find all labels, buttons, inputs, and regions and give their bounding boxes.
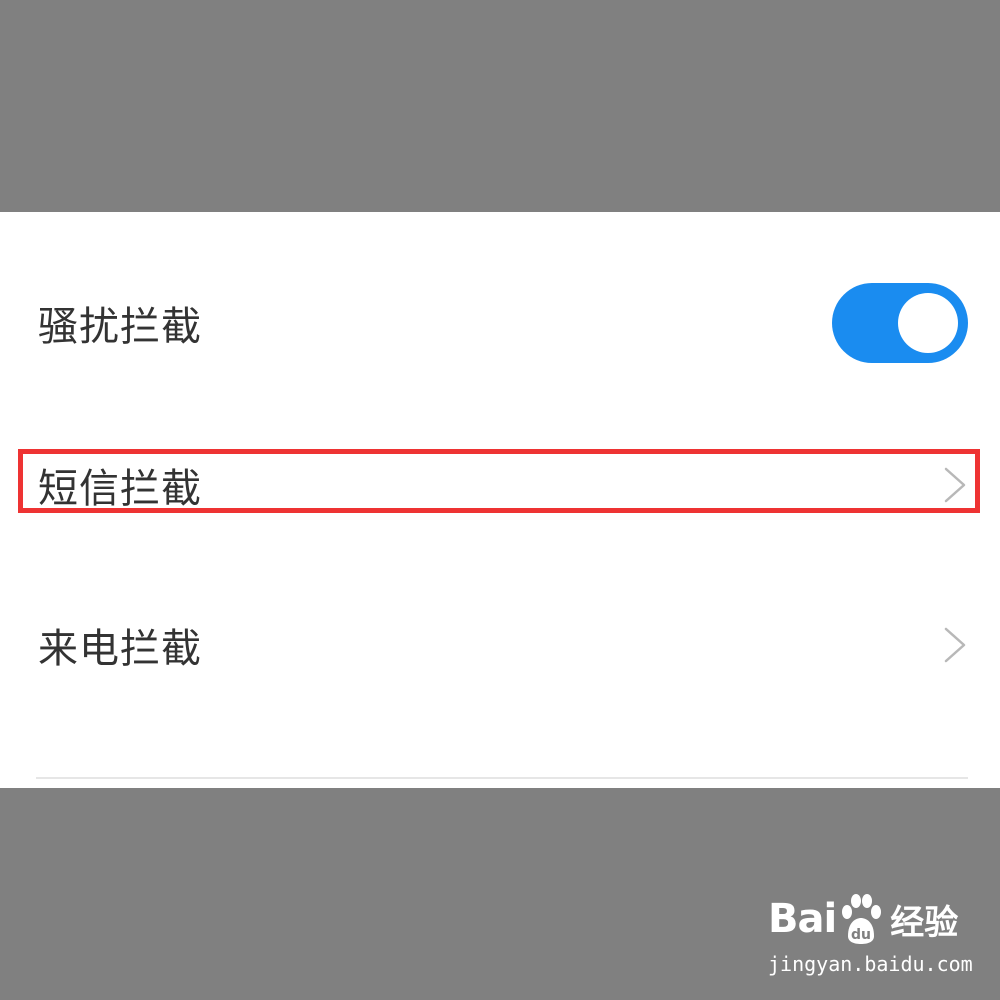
setting-row-sms-block[interactable]: 短信拦截 bbox=[0, 440, 1000, 530]
svg-text:du: du bbox=[851, 927, 871, 943]
watermark-brand-prefix: Bai bbox=[768, 896, 837, 942]
setting-row-harassment-block[interactable]: 骚扰拦截 bbox=[0, 278, 1000, 368]
chevron-right-icon bbox=[944, 627, 966, 663]
baidu-paw-icon: du bbox=[842, 894, 882, 944]
watermark-url: jingyan.baidu.com bbox=[768, 952, 973, 976]
baidu-jingyan-watermark: Bai du 经验 jingyan.baidu.com bbox=[768, 888, 973, 988]
toggle-knob bbox=[898, 293, 958, 353]
screenshot-frame: 骚扰拦截 短信拦截 来电拦截 Bai du 经验 jingyan.baidu.c… bbox=[0, 0, 1000, 1000]
watermark-brand-suffix: 经验 bbox=[890, 902, 959, 943]
settings-panel: 骚扰拦截 短信拦截 来电拦截 bbox=[0, 212, 1000, 788]
setting-label: 来电拦截 bbox=[38, 626, 202, 672]
setting-label: 短信拦截 bbox=[38, 466, 202, 512]
divider bbox=[36, 777, 968, 779]
chevron-right-icon bbox=[944, 467, 966, 503]
setting-row-call-block[interactable]: 来电拦截 bbox=[0, 600, 1000, 690]
harassment-block-toggle[interactable] bbox=[832, 283, 968, 363]
setting-label: 骚扰拦截 bbox=[38, 304, 202, 350]
